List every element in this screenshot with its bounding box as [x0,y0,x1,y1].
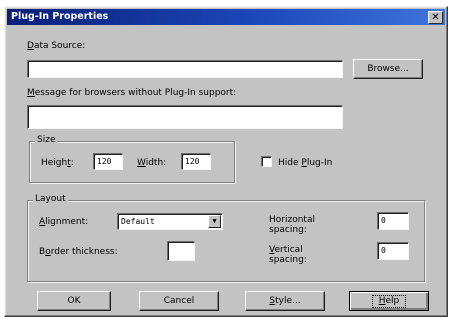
data-source-label: Data Source: [27,41,86,51]
vertical-spacing-label: Vertical spacing: [269,245,307,265]
close-button[interactable]: ✕ [428,11,443,24]
close-icon: ✕ [431,12,440,23]
border-thickness-input[interactable] [167,241,195,261]
border-thickness-label: Border thickness: [39,247,118,257]
vertical-spacing-input[interactable]: 0 [377,242,409,260]
hide-plugin-label[interactable]: Hide Plug-In [278,158,332,168]
title-bar[interactable]: Plug-In Properties ✕ [7,9,445,25]
width-input[interactable]: 120 [181,153,211,170]
horizontal-spacing-input[interactable]: 0 [377,212,409,230]
message-input[interactable] [27,105,343,129]
ok-button[interactable]: OK [37,291,111,311]
alignment-select[interactable]: Default ▼ [117,213,223,230]
height-input[interactable]: 120 [93,153,123,170]
plugin-properties-dialog: Plug-In Properties ✕ Data Source: Browse… [4,6,448,317]
chevron-down-icon[interactable]: ▼ [208,215,221,228]
window-title: Plug-In Properties [11,11,109,22]
browse-button[interactable]: Browse... [353,59,423,79]
data-source-input[interactable] [27,60,343,78]
size-legend: Size [35,135,58,145]
alignment-value: Default [121,217,155,226]
hide-plugin-checkbox[interactable] [261,156,272,167]
horizontal-spacing-label: Horizontal spacing: [269,215,315,235]
width-label: Width: [137,158,167,168]
message-label: Message for browsers without Plug-In sup… [27,88,237,98]
layout-group [27,200,425,282]
height-label: Height: [41,158,74,168]
help-focus-rect: Help [371,295,407,308]
help-button[interactable]: Help [349,291,429,311]
layout-legend: Layout [33,194,68,204]
style-button[interactable]: Style... [245,291,325,311]
cancel-button[interactable]: Cancel [139,291,219,311]
alignment-label: Alignment: [39,217,89,227]
